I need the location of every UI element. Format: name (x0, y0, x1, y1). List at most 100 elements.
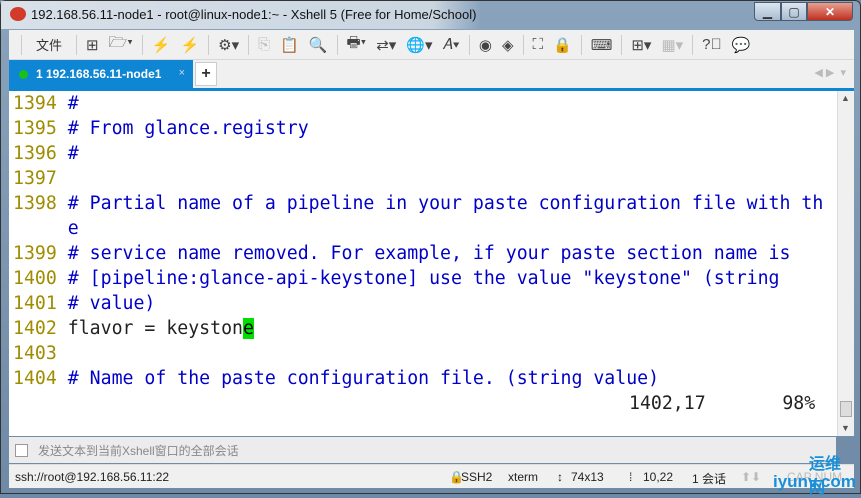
line-number: 1398 (13, 193, 57, 214)
send-to-all-bar: 发送文本到当前Xshell窗口的全部会话 (9, 437, 836, 463)
layout-icon[interactable]: ▦▾ (661, 36, 683, 54)
new-tab-icon[interactable]: ⊞▾ (631, 36, 651, 54)
maximize-button[interactable]: ▢ (781, 2, 807, 21)
tab-label: 1 192.168.56.11-node1 (36, 67, 162, 81)
xshell-window: 192.168.56.11-node1 - root@linux-node1:~… (0, 0, 861, 497)
vertical-scrollbar[interactable]: ▲ ▼ (837, 91, 854, 436)
line-number: 1394 (13, 93, 57, 114)
toolbar-grip (21, 34, 22, 55)
send-all-checkbox[interactable] (15, 443, 28, 457)
line-number: 1396 (13, 143, 57, 164)
line-number: 1403 (13, 343, 57, 364)
line-text: # [pipeline:glance-api-keystone] use the… (67, 268, 780, 289)
terminal-line: e (13, 216, 79, 241)
divider (141, 34, 143, 55)
send-all-input[interactable]: 发送文本到当前Xshell窗口的全部会话 (38, 442, 239, 459)
cursor: e (242, 318, 254, 339)
print-icon[interactable]: 🖶▾ (347, 32, 367, 57)
line-number: 1399 (13, 243, 57, 264)
window-title: 192.168.56.11-node1 - root@linux-node1:~… (31, 7, 477, 22)
add-tab-button[interactable]: + (195, 62, 217, 86)
line-text: # (67, 93, 79, 114)
session-count: 1 会话 (692, 472, 727, 486)
scroll-up-icon[interactable]: ▲ (841, 93, 850, 103)
tab-bar: 1 192.168.56.11-node1 × + ◀ ▶ ▾ (9, 60, 854, 88)
divider (692, 34, 694, 55)
divider (522, 34, 524, 55)
resize-icon: ↕ (557, 470, 563, 484)
keyboard-icon[interactable]: ⌨ (591, 36, 613, 54)
paste-icon[interactable]: 📋 (280, 36, 299, 54)
xagent-icon[interactable]: ◈ (502, 36, 514, 54)
globe-icon[interactable]: 🌐▾ (406, 36, 432, 54)
terminal-line: 1400 # [pipeline:glance-api-keystone] us… (13, 266, 780, 291)
disconnect-icon[interactable]: ⚡ (180, 36, 199, 54)
chat-icon[interactable]: 💬 (732, 36, 751, 54)
xftp-icon[interactable]: ◉ (479, 36, 492, 54)
vim-position: 1402,17 (629, 393, 706, 414)
line-text: # Partial name of a pipeline in your pas… (67, 193, 824, 214)
vim-percent: 98% (782, 393, 816, 414)
terminal-line: 1404 # Name of the paste configuration f… (13, 366, 659, 391)
line-number: 1395 (13, 118, 57, 139)
line-number: 1404 (13, 368, 57, 389)
arrow-icons: ⬆⬇ (741, 470, 762, 484)
terminal-line: 1403 (13, 341, 68, 366)
terminal[interactable]: 1404 # Name of the paste configuration f… (9, 91, 837, 436)
connect-icon[interactable]: ⚡ (152, 36, 171, 54)
divider (76, 34, 78, 55)
find-icon[interactable]: 🔍 (309, 36, 328, 54)
close-button[interactable]: ✕ (807, 2, 853, 21)
status-bar: ssh://root@192.168.56.11:22 🔒 SSH2 xterm… (9, 464, 854, 488)
divider (336, 34, 338, 55)
watermark-logo: 运维网 iyunv.com (761, 448, 856, 497)
file-menu[interactable]: 文件 (36, 35, 62, 54)
scroll-thumb[interactable] (840, 401, 852, 417)
vim-status: 1402,17 98% (629, 391, 815, 416)
line-text: e (67, 218, 79, 239)
properties-icon[interactable]: ⚙▾ (218, 36, 239, 54)
line-text: flavor = keyston (67, 318, 243, 339)
terminal-line: 1395 # From glance.registry (13, 116, 309, 141)
xshell-app-icon (10, 7, 26, 21)
tab-navigation-icon[interactable]: ◀ ▶ ▾ (814, 66, 846, 79)
title-bar: 192.168.56.11-node1 - root@linux-node1:~… (1, 1, 860, 29)
line-text: # value) (67, 293, 156, 314)
copy-icon[interactable]: ⎘ (258, 36, 270, 53)
open-folder-icon[interactable]: 🗁▾ (109, 32, 133, 57)
divider (580, 34, 582, 55)
cursor-icon: ⁞ (629, 470, 633, 484)
help-icon[interactable]: ?⃝ (702, 36, 722, 53)
tab-close-button[interactable]: × (179, 67, 185, 79)
line-text: # Name of the paste configuration file. … (67, 368, 660, 389)
line-text: # (67, 143, 79, 164)
protocol: SSH2 (461, 470, 493, 484)
divider (248, 34, 250, 55)
line-text: # From glance.registry (67, 118, 309, 139)
terminal-line: 1401 # value) (13, 291, 155, 316)
line-number: 1402 (13, 318, 57, 339)
new-session-icon[interactable]: ⊞ (86, 36, 99, 54)
line-text: # service name removed. For example, if … (67, 243, 791, 264)
terminal-size: 74x13 (571, 470, 604, 484)
scroll-down-icon[interactable]: ▼ (841, 423, 850, 433)
terminal-line: 1396 # (13, 141, 79, 166)
toolbar: 文件 ⊞ 🗁▾ ⚡ ⚡ ⚙▾ ⎘ 📋 🔍 🖶▾ ⇄▾ 🌐▾ 𝐴▾ ◉ ◈ ⛶ 🔒… (9, 30, 854, 60)
connected-status-icon (19, 69, 28, 79)
fullscreen-icon[interactable]: ⛶ (533, 36, 544, 53)
font-icon[interactable]: 𝐴▾ (443, 36, 460, 53)
minimize-button[interactable]: ▁ (754, 2, 781, 21)
divider (468, 34, 470, 55)
terminal-line: 1398 # Partial name of a pipeline in you… (13, 191, 823, 216)
line-number: 1401 (13, 293, 57, 314)
transfer-icon[interactable]: ⇄▾ (376, 36, 396, 54)
tab-session[interactable]: 1 192.168.56.11-node1 × (9, 60, 193, 88)
lock-icon[interactable]: 🔒 (553, 36, 572, 54)
divider (208, 34, 210, 55)
terminal-line: 1402 flavor = keystone (13, 316, 254, 341)
line-number: 1400 (13, 268, 57, 289)
connection-address: ssh://root@192.168.56.11:22 (15, 470, 170, 484)
terminal-type: xterm (508, 470, 538, 484)
terminal-line: 1394 # (13, 91, 79, 116)
line-number: 1397 (13, 168, 57, 189)
